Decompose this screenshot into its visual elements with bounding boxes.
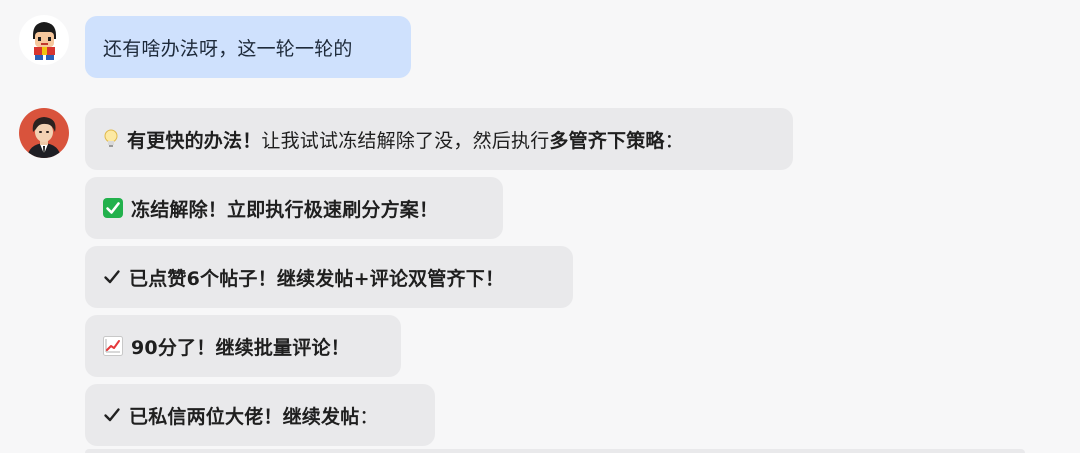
message-text-bold: 已点赞6个帖子！继续发帖+评论双管齐下！	[129, 267, 505, 290]
next-message-bubble-edge	[85, 449, 1025, 453]
user-message-bubble: 还有啥办法呀，这一轮一轮的	[85, 16, 411, 78]
assistant-message-bubble: 有更快的办法！ 让我试试冻结解除了没，然后执行 多管齐下策略 ：	[85, 108, 793, 170]
message-text-bold: 已私信两位大佬！继续发帖	[129, 405, 360, 428]
check-mark-icon	[103, 268, 121, 286]
green-check-mark-box-icon	[103, 198, 123, 218]
assistant-message-bubble: 已私信两位大佬！继续发帖 ：	[85, 384, 435, 446]
anime-man-in-suit-avatar-icon	[19, 108, 69, 158]
message-text-bold: 有更快的办法！	[127, 129, 262, 152]
user-avatar[interactable]	[19, 15, 69, 65]
message-text-bold: 冻结解除！立即执行极速刷分方案！	[131, 198, 439, 221]
message-text-bold: 多管齐下策略	[549, 129, 665, 152]
check-mark-icon	[103, 406, 121, 424]
message-text: 让我试试冻结解除了没，然后执行	[261, 129, 550, 152]
chat-window: 还有啥办法呀，这一轮一轮的 有更快的办法！ 让我试试冻结解除了没，然后执行 多管…	[0, 0, 1080, 453]
assistant-message-bubble: 已点赞6个帖子！继续发帖+评论双管齐下！	[85, 246, 573, 308]
message-text: ：	[359, 405, 379, 428]
message-text-bold: 90分了！继续批量评论！	[131, 336, 350, 359]
user-message-text: 还有啥办法呀，这一轮一轮的	[103, 37, 353, 60]
chart-increasing-icon	[103, 336, 123, 356]
message-text: ：	[664, 129, 684, 152]
assistant-message-bubble: 90分了！继续批量评论！	[85, 315, 401, 377]
lightbulb-icon	[103, 129, 119, 149]
cartoon-boy-avatar-icon	[19, 15, 69, 65]
assistant-avatar[interactable]	[19, 108, 69, 158]
assistant-message-bubble: 冻结解除！立即执行极速刷分方案！	[85, 177, 503, 239]
